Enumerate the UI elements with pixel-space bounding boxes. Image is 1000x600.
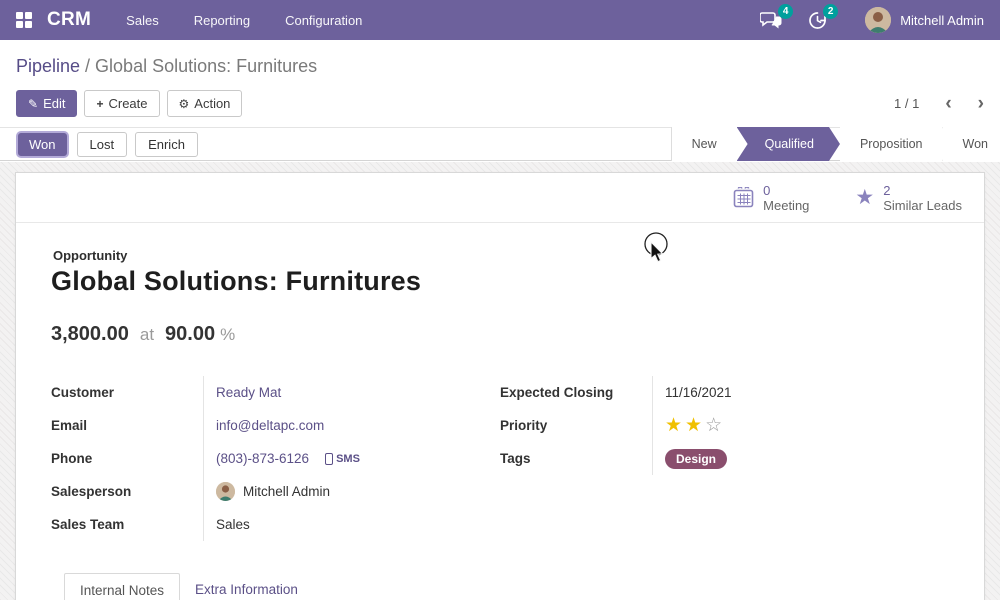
similar-leads-count: 2 xyxy=(883,183,962,198)
avatar-image xyxy=(865,7,891,33)
field-row-phone: Phone (803)-873-6126 SMS xyxy=(51,442,500,475)
field-row-expected-closing: Expected Closing 11/16/2021 xyxy=(500,376,949,409)
similar-leads-smart-button[interactable]: ★ 2 Similar Leads xyxy=(855,183,962,213)
status-bar: Won Lost Enrich New Qualified Propositio… xyxy=(0,127,1000,161)
meeting-count: 0 xyxy=(763,183,809,198)
star-icon: ★ xyxy=(855,188,874,208)
field-group-right: Expected Closing 11/16/2021 Priority ★ ★… xyxy=(500,376,949,541)
control-panel: ✎ Edit + Create ⚙ Action 1 / 1 ‹ › xyxy=(0,84,1000,127)
stage-new[interactable]: New xyxy=(672,127,737,161)
field-group-left: Customer Ready Mat Email info@deltapc.co… xyxy=(51,376,500,541)
salesperson-label: Salesperson xyxy=(51,484,203,499)
user-avatar[interactable] xyxy=(865,7,891,33)
breadcrumb-pipeline-link[interactable]: Pipeline xyxy=(16,56,80,76)
sms-button[interactable]: SMS xyxy=(325,453,360,465)
priority-star-1-filled-icon[interactable]: ★ xyxy=(665,416,682,435)
salesperson-value[interactable]: Mitchell Admin xyxy=(243,484,330,499)
priority-star-2-filled-icon[interactable]: ★ xyxy=(685,416,702,435)
create-button-label: Create xyxy=(108,96,147,111)
create-button[interactable]: + Create xyxy=(84,90,159,117)
expected-closing-value: 11/16/2021 xyxy=(665,385,732,400)
email-link[interactable]: info@deltapc.com xyxy=(216,418,324,433)
smart-buttons-row: 0 Meeting ★ 2 Similar Leads xyxy=(16,173,984,223)
calendar-icon xyxy=(733,187,754,208)
nav-menu-sales[interactable]: Sales xyxy=(126,13,159,28)
nav-menu-configuration[interactable]: Configuration xyxy=(285,13,362,28)
field-row-tags: Tags Design xyxy=(500,442,949,475)
edit-button[interactable]: ✎ Edit xyxy=(16,90,77,117)
crm-form-page: { "navbar": { "brand": "CRM", "menus": [… xyxy=(0,0,1000,600)
email-label: Email xyxy=(51,418,203,433)
record-card: 0 Meeting ★ 2 Similar Leads Opportunity … xyxy=(15,172,985,600)
probability-value: 90.00 xyxy=(165,323,215,346)
plus-icon: + xyxy=(96,97,103,111)
meetings-smart-button[interactable]: 0 Meeting xyxy=(733,183,809,213)
priority-label: Priority xyxy=(500,418,652,433)
percent-sign: % xyxy=(220,325,235,345)
user-name[interactable]: Mitchell Admin xyxy=(900,13,984,28)
messages-icon[interactable]: 4 xyxy=(760,11,782,29)
mark-won-button[interactable]: Won xyxy=(16,131,69,158)
activities-badge: 2 xyxy=(823,4,838,19)
nav-menu-reporting[interactable]: Reporting xyxy=(194,13,250,28)
action-button[interactable]: ⚙ Action xyxy=(167,90,243,117)
mobile-phone-icon xyxy=(325,453,333,465)
expected-revenue-value: 3,800.00 xyxy=(51,323,129,346)
form-background: 0 Meeting ★ 2 Similar Leads Opportunity … xyxy=(0,162,1000,600)
pager-prev-button[interactable]: ‹ xyxy=(945,97,951,111)
record-type-label: Opportunity xyxy=(53,248,949,263)
breadcrumb: Pipeline / Global Solutions: Furnitures xyxy=(0,40,1000,84)
at-label: at xyxy=(140,325,154,345)
field-row-email: Email info@deltapc.com xyxy=(51,409,500,442)
pencil-icon: ✎ xyxy=(28,97,38,111)
phone-link[interactable]: (803)-873-6126 xyxy=(216,451,309,466)
sales-team-label: Sales Team xyxy=(51,517,203,532)
top-navbar: CRM Sales Reporting Configuration 4 2 xyxy=(0,0,1000,40)
tab-extra-information[interactable]: Extra Information xyxy=(180,573,313,600)
priority-star-3-empty-icon[interactable]: ☆ xyxy=(705,416,722,435)
tab-internal-notes[interactable]: Internal Notes xyxy=(64,573,180,600)
field-groups: Customer Ready Mat Email info@deltapc.co… xyxy=(51,376,949,541)
tag-design: Design xyxy=(665,449,727,469)
field-row-customer: Customer Ready Mat xyxy=(51,376,500,409)
similar-leads-label: Similar Leads xyxy=(883,198,962,213)
field-row-priority: Priority ★ ★ ☆ xyxy=(500,409,949,442)
stage-won[interactable]: Won xyxy=(943,127,1000,161)
sales-team-value[interactable]: Sales xyxy=(216,517,250,532)
customer-link[interactable]: Ready Mat xyxy=(216,385,281,400)
mark-lost-button[interactable]: Lost xyxy=(77,132,128,157)
sms-button-label: SMS xyxy=(336,453,360,465)
app-brand[interactable]: CRM xyxy=(47,9,91,31)
gear-icon: ⚙ xyxy=(179,97,190,111)
pager-next-button[interactable]: › xyxy=(978,97,984,111)
meeting-label: Meeting xyxy=(763,198,809,213)
tags-label: Tags xyxy=(500,451,652,466)
form-sheet: Opportunity Global Solutions: Furnitures… xyxy=(16,223,984,600)
edit-button-label: Edit xyxy=(43,96,65,111)
stage-qualified[interactable]: Qualified xyxy=(737,127,840,161)
salesperson-avatar xyxy=(216,482,235,501)
breadcrumb-current: / Global Solutions: Furnitures xyxy=(80,56,317,76)
field-row-sales-team: Sales Team Sales xyxy=(51,508,500,541)
stage-pipeline: New Qualified Proposition Won xyxy=(671,127,1000,161)
action-button-label: Action xyxy=(194,96,230,111)
avatar-image xyxy=(216,482,235,501)
customer-label: Customer xyxy=(51,385,203,400)
page-title: Global Solutions: Furnitures xyxy=(51,266,949,297)
pager-value: 1 / 1 xyxy=(894,96,919,111)
revenue-row: 3,800.00 at 90.00 % xyxy=(51,323,949,346)
activities-icon[interactable]: 2 xyxy=(808,11,827,30)
messages-badge: 4 xyxy=(778,4,793,19)
expected-closing-label: Expected Closing xyxy=(500,385,652,400)
enrich-button[interactable]: Enrich xyxy=(135,132,198,157)
stage-proposition[interactable]: Proposition xyxy=(840,127,943,161)
field-row-salesperson: Salesperson Mitchell Admin xyxy=(51,475,500,508)
notebook-tabs: Internal Notes Extra Information xyxy=(51,573,949,600)
pager: 1 / 1 ‹ › xyxy=(894,96,984,111)
phone-label: Phone xyxy=(51,451,203,466)
apps-menu-icon[interactable] xyxy=(16,12,32,28)
